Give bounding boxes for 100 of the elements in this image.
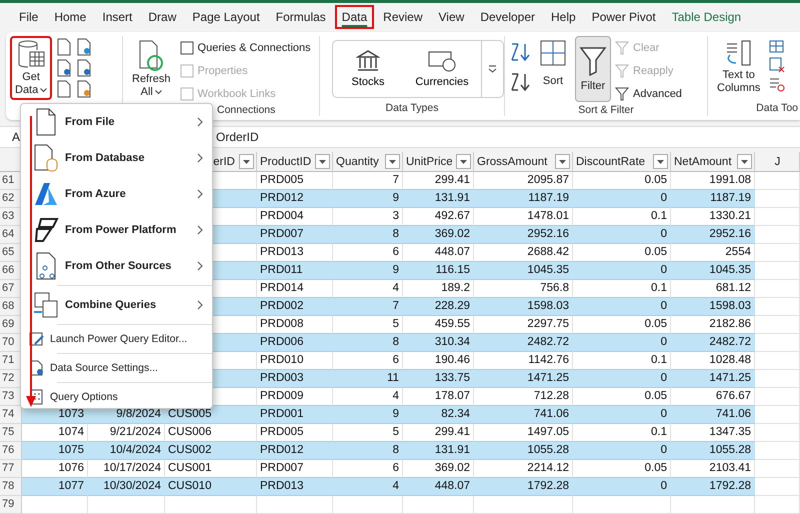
data-type-button[interactable]: Currencies [403,41,481,97]
column-header[interactable]: GrossAmount [474,152,573,172]
table-cell: 1497.05 [474,424,573,442]
table-cell: PRD010 [257,352,333,370]
menu-item[interactable]: Combine Queries [21,287,212,323]
funnel-icon [615,64,629,78]
table-cell [755,352,800,370]
row-number[interactable]: 78 [0,478,22,496]
table-cell: 11 [333,370,403,388]
ribbon-tab[interactable]: Insert [95,4,140,28]
table-cell: 0 [573,406,671,424]
table-cell: PRD002 [257,298,333,316]
refresh-all-button[interactable]: Refresh All [127,36,176,102]
ribbon-tab[interactable]: Developer [473,4,542,28]
column-header[interactable]: DiscountRate [573,152,671,172]
ribbon-tab[interactable]: Data [334,4,374,28]
ribbon-command[interactable]: Queries & Connections [180,38,311,58]
row-number[interactable]: 74 [0,406,22,424]
table-cell: 116.15 [403,262,474,280]
ribbon-tab[interactable]: Page Layout [185,4,267,28]
table-cell: 2688.42 [474,244,573,262]
text-to-columns-button[interactable]: Text to Columns [712,36,766,98]
sort-ascending-icon[interactable] [509,42,531,62]
table-cell: 0 [573,298,671,316]
ribbon-tab[interactable]: File [12,4,46,28]
row-number[interactable]: 72 [0,370,22,388]
row-number[interactable]: 75 [0,424,22,442]
filter-dropdown-button[interactable] [239,154,254,169]
funnel-icon [579,46,607,76]
row-number[interactable]: 67 [0,280,22,298]
filter-button[interactable]: Filter [575,36,611,102]
filter-dropdown-button[interactable] [385,154,400,169]
row-number[interactable]: 69 [0,316,22,334]
row-number[interactable]: 62 [0,190,22,208]
table-cell: 1055.28 [474,442,573,460]
menu-item[interactable]: From Other Sources [21,248,212,284]
row-number[interactable]: 77 [0,460,22,478]
remove-rows-icon[interactable] [769,57,786,73]
filter-dropdown-button[interactable] [456,154,471,169]
document-icon [56,38,72,56]
row-number[interactable]: 68 [0,298,22,316]
table-cell: 8 [333,226,403,244]
row-number[interactable]: 64 [0,226,22,244]
filter-dropdown-button[interactable] [653,154,668,169]
validation-icon[interactable] [769,76,786,92]
column-header[interactable]: Quantity [333,152,403,172]
filter-dropdown-button[interactable] [315,154,330,169]
table-cell: 2182.86 [671,316,755,334]
ribbon-tab[interactable]: Power Pivot [584,4,663,28]
ribbon-tab[interactable]: Formulas [268,4,333,28]
table-cell: PRD011 [257,262,333,280]
data-type-button[interactable]: Stocks [333,41,403,97]
ribbon-tab[interactable]: Table Design [664,4,748,28]
ribbon-tab[interactable]: View [432,4,472,28]
column-header[interactable]: NetAmount [671,152,755,172]
menu-item[interactable]: From Azure [21,176,212,212]
menu-item[interactable]: Data Source Settings... [21,355,212,381]
row-number[interactable]: 76 [0,442,22,460]
row-number[interactable]: 61 [0,172,22,190]
table-cell: 6 [333,352,403,370]
sort-button[interactable]: Sort [535,36,571,91]
menu-item[interactable]: From File [21,104,212,140]
caret-icon [40,88,48,93]
filter-dropdown-button[interactable] [737,154,752,169]
table-cell: 1187.19 [474,190,573,208]
menu-item[interactable]: From Power Platform [21,212,212,248]
get-data-button[interactable]: Get Data [10,36,52,100]
row-number[interactable]: 63 [0,208,22,226]
ribbon-command[interactable]: Advanced [615,84,682,104]
table-cell [755,460,800,478]
table-cell: 9 [333,262,403,280]
table-cell [755,442,800,460]
filter-dropdown-button[interactable] [555,154,570,169]
menu-item[interactable]: From Database [21,140,212,176]
ribbon-tab[interactable]: Home [47,4,94,28]
group-label: Connections [216,104,276,116]
row-number[interactable]: 70 [0,334,22,352]
caret-icon [154,90,162,95]
column-header[interactable]: J [755,152,800,172]
table-cell: 0.1 [573,424,671,442]
ribbon-tab[interactable]: Draw [141,4,184,28]
column-header[interactable]: UnitPrice [403,152,474,172]
row-number[interactable]: 65 [0,244,22,262]
table-cell: 7 [333,172,403,190]
sort-descending-icon[interactable] [509,72,531,92]
combine-tables-icon [33,290,59,320]
row-number[interactable]: 73 [0,388,22,406]
row-number[interactable]: 71 [0,352,22,370]
menu-item[interactable]: Launch Power Query Editor... [21,326,212,352]
ribbon-tab[interactable]: Review [376,4,430,28]
caret-icon [657,160,664,164]
table-cell: 676.67 [671,388,755,406]
table-cell: PRD004 [257,208,333,226]
row-number[interactable]: 66 [0,262,22,280]
table-cell [333,496,403,514]
grid-icon[interactable] [769,38,786,54]
column-header[interactable]: ProductID [257,152,333,172]
ribbon-tab[interactable]: Help [544,4,583,28]
table-cell: 133.75 [403,370,474,388]
row-number[interactable]: 79 [0,496,22,514]
